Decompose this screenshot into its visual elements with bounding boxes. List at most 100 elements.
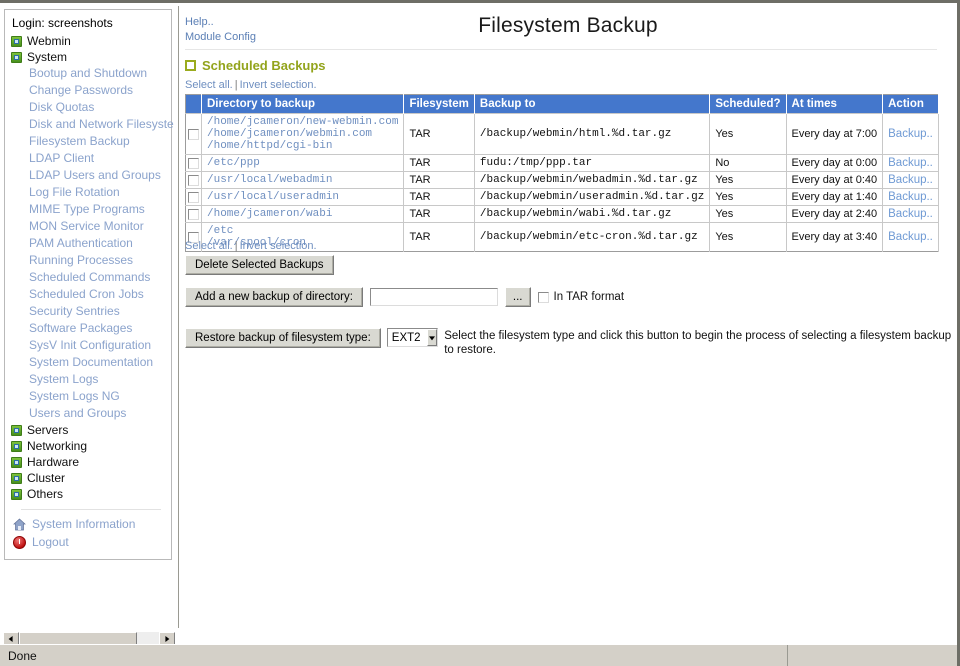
sidebar-category-label: Cluster [27,471,66,485]
sidebar-item-ldap-client[interactable]: LDAP Client [11,150,165,167]
section-icon [185,60,196,71]
add-new-backup-button[interactable]: Add a new backup of directory: [185,287,363,307]
sidebar-category-label: System [27,50,68,64]
sidebar-item-mime-type-programs[interactable]: MIME Type Programs [11,201,165,218]
browser-window: Login: screenshots Webmin System Bootup … [0,0,960,666]
select-all-link-top[interactable]: Select all. [185,79,233,91]
sidebar-item-disk-and-network-filesystems[interactable]: Disk and Network Filesystems [11,116,174,133]
row-checkbox-cell[interactable] [185,188,202,206]
sidebar-item-bootup-and-shutdown[interactable]: Bootup and Shutdown [11,65,165,82]
cell-scheduled: Yes [709,113,787,155]
delete-selected-backups-button[interactable]: Delete Selected Backups [185,255,334,275]
cell-at-times: Every day at 1:40 [786,188,884,206]
sidebar-item-ldap-users-and-groups[interactable]: LDAP Users and Groups [11,167,165,184]
cell-action: Backup.. [882,154,939,172]
cell-scheduled: No [709,154,787,172]
sidebar-category-label: Servers [27,423,69,437]
table-row: /home/jcameron/new-webmin.com /home/jcam… [185,113,939,155]
cell-backup-to: /backup/webmin/etc-cron.%d.tar.gz [474,222,711,252]
scheduled-backups-table: Directory to backup Filesystem Backup to… [185,94,939,252]
row-checkbox-cell[interactable] [185,154,202,172]
sidebar-category-others[interactable]: Others [11,486,165,502]
cell-action: Backup.. [882,205,939,223]
sidebar-item-disk-quotas[interactable]: Disk Quotas [11,99,165,116]
backup-now-link[interactable]: Backup.. [888,231,933,243]
sidebar-item-security-sentries[interactable]: Security Sentries [11,303,165,320]
directory-path[interactable]: /home/httpd/cgi-bin [207,140,398,152]
tar-format-checkbox[interactable] [537,291,549,303]
file-chooser-button[interactable]: ... [504,287,531,307]
power-icon [13,535,26,549]
sidebar-item-mon-service-monitor[interactable]: MON Service Monitor [11,218,165,235]
sidebar-item-pam-authentication[interactable]: PAM Authentication [11,235,165,252]
sidebar-item-scheduled-commands[interactable]: Scheduled Commands [11,269,165,286]
sidebar-item-change-passwords[interactable]: Change Passwords [11,82,165,99]
sidebar-category-servers[interactable]: Servers [11,422,165,438]
select-all-link-bottom[interactable]: Select all. [185,240,233,252]
sidebar-item-system-information[interactable]: System Information [11,515,165,533]
status-bar: Done [0,644,957,666]
module-icon [11,424,22,436]
directory-path[interactable]: /etc/ppp [207,157,398,169]
sidebar-item-logout[interactable]: Logout [11,533,165,551]
backup-now-link[interactable]: Backup.. [888,174,933,186]
directory-path[interactable]: /usr/local/webadmin [207,174,398,186]
invert-selection-link-top[interactable]: Invert selection. [240,79,317,91]
sidebar-item-log-file-rotation[interactable]: Log File Rotation [11,184,165,201]
filesystem-type-select[interactable]: EXT2 [386,328,439,347]
row-checkbox-cell[interactable] [185,171,202,189]
directory-path[interactable]: /etc [207,225,398,237]
sidebar-category-hardware[interactable]: Hardware [11,454,165,470]
backup-now-link[interactable]: Backup.. [888,128,933,140]
directory-path[interactable]: /usr/local/useradmin [207,191,398,203]
directory-path[interactable]: /home/jcameron/webmin.com [207,128,398,140]
directory-path[interactable]: /home/jcameron/wabi [207,208,398,220]
sidebar-item-users-and-groups[interactable]: Users and Groups [11,405,165,422]
column-header-directory: Directory to backup [201,94,405,114]
sidebar-item-sysv-init-configuration[interactable]: SysV Init Configuration [11,337,165,354]
cell-filesystem: TAR [403,205,475,223]
table-header-row: Directory to backup Filesystem Backup to… [185,94,939,114]
sidebar-item-running-processes[interactable]: Running Processes [11,252,165,269]
backup-now-link[interactable]: Backup.. [888,191,933,203]
sidebar-item-system-documentation[interactable]: System Documentation [11,354,165,371]
sidebar-item-scheduled-cron-jobs[interactable]: Scheduled Cron Jobs [11,286,165,303]
sidebar-item-system-logs-ng[interactable]: System Logs NG [11,388,165,405]
row-checkbox[interactable] [188,191,199,203]
sidebar-scrollport: Login: screenshots Webmin System Bootup … [4,9,174,624]
sidebar-category-webmin[interactable]: Webmin [11,33,165,49]
selection-links-top: Select all. | Invert selection. [185,79,317,91]
section-title: Scheduled Backups [202,58,326,73]
sidebar-item-software-packages[interactable]: Software Packages [11,320,165,337]
row-checkbox[interactable] [188,157,199,169]
cell-scheduled: Yes [709,205,787,223]
tar-format-option[interactable]: In TAR format [537,291,624,303]
row-checkbox-cell[interactable] [185,205,202,223]
invert-selection-link-bottom[interactable]: Invert selection. [240,240,317,252]
sidebar-category-system[interactable]: System [11,49,165,65]
sidebar-category-label: Hardware [27,455,80,469]
sidebar-item-system-logs[interactable]: System Logs [11,371,165,388]
chevron-down-icon[interactable] [426,329,438,346]
row-checkbox[interactable] [188,128,199,140]
row-checkbox-cell[interactable] [185,113,202,155]
column-header-scheduled: Scheduled? [709,94,787,114]
sidebar-category-cluster[interactable]: Cluster [11,470,165,486]
backup-now-link[interactable]: Backup.. [888,208,933,220]
cell-filesystem: TAR [403,171,475,189]
sidebar-category-networking[interactable]: Networking [11,438,165,454]
backup-now-link[interactable]: Backup.. [888,157,933,169]
directory-input[interactable] [369,288,498,306]
sidebar-panel: Login: screenshots Webmin System Bootup … [4,9,174,560]
sidebar-item-filesystem-backup[interactable]: Filesystem Backup [11,133,165,150]
cell-action: Backup.. [882,188,939,206]
directory-path[interactable]: /home/jcameron/new-webmin.com [207,116,398,128]
row-checkbox[interactable] [188,208,199,220]
selection-links-bottom: Select all. | Invert selection. [185,240,317,252]
table-row: /etc/ppp TAR fudu:/tmp/ppp.tar No Every … [185,154,939,172]
cell-filesystem: TAR [403,113,475,155]
row-checkbox[interactable] [188,174,199,186]
restore-backup-button[interactable]: Restore backup of filesystem type: [185,328,381,348]
sidebar-category-label: Others [27,487,64,501]
cell-filesystem: TAR [403,154,475,172]
